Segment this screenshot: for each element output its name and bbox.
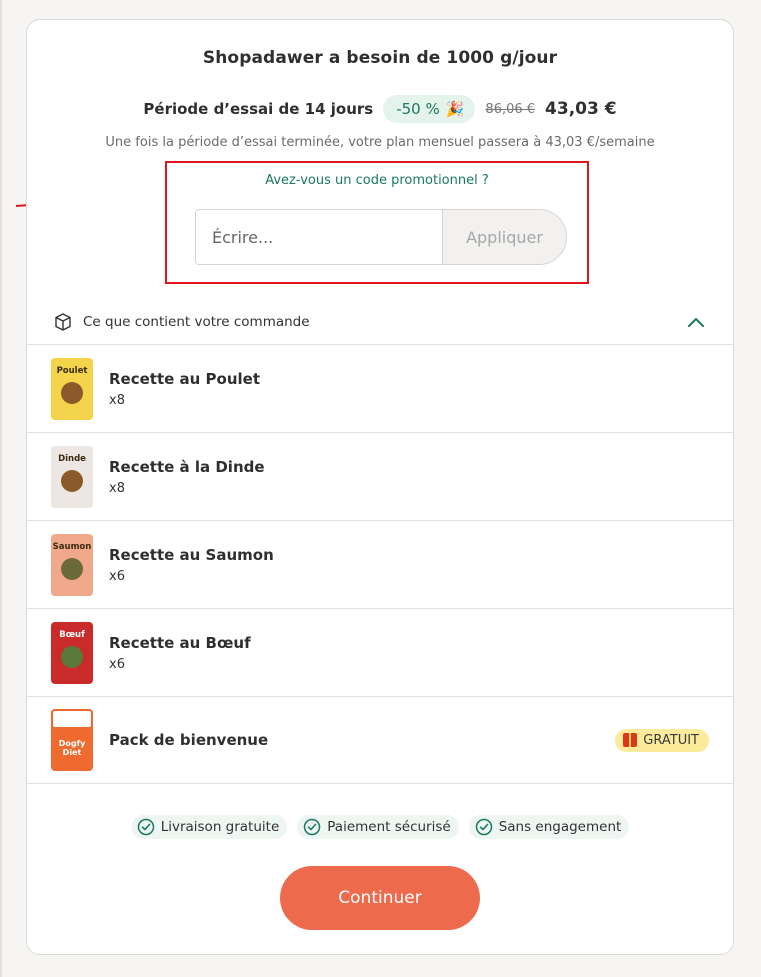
new-price: 43,03 €	[545, 99, 617, 119]
item-name: Recette au Bœuf	[109, 633, 251, 652]
order-items-list: Poulet Recette au Poulet x8 Dinde Recett…	[27, 344, 733, 784]
list-item: Poulet Recette au Poulet x8	[27, 344, 733, 432]
trust-label: Sans engagement	[498, 819, 622, 835]
promo-highlight-box: Avez-vous un code promotionnel ? Appliqu…	[165, 161, 589, 284]
pack-label: Dogfy Diet	[58, 739, 86, 757]
check-circle-icon	[304, 818, 321, 836]
welcome-pack-image: Dogfy Diet	[51, 709, 93, 771]
promo-code-form: Appliquer	[195, 209, 567, 265]
item-quantity: x6	[109, 568, 125, 584]
product-pack-image: Poulet	[51, 357, 93, 420]
page-title: Shopadawer a besoin de 1000 g/jour	[202, 48, 558, 68]
item-quantity: x6	[109, 656, 125, 672]
list-item: Dinde Recette à la Dinde x8	[27, 432, 733, 520]
gift-icon	[623, 733, 638, 747]
promo-code-link[interactable]: Avez-vous un code promotionnel ?	[167, 173, 587, 188]
item-name: Pack de bienvenue	[109, 731, 269, 749]
order-summary-card: Shopadawer a besoin de 1000 g/jour Pério…	[26, 19, 734, 955]
order-contents-header[interactable]: Ce que contient votre commande	[27, 299, 733, 345]
product-pack-image: Dinde	[51, 445, 93, 508]
item-quantity: x8	[109, 480, 125, 496]
free-badge: GRATUIT	[615, 728, 709, 752]
trust-label: Livraison gratuite	[160, 819, 280, 835]
trust-badge: Paiement sécurisé	[297, 815, 459, 839]
left-edge-divider	[0, 0, 2, 977]
promo-code-input[interactable]	[196, 210, 442, 264]
trust-badges: Livraison gratuite Paiement sécurisé San…	[27, 815, 733, 839]
list-item: Bœuf Recette au Bœuf x6	[27, 608, 733, 696]
trust-label: Paiement sécurisé	[327, 819, 451, 835]
pack-label: Saumon	[52, 541, 92, 552]
trial-subnote: Une fois la période d’essai terminée, vo…	[105, 135, 655, 150]
trial-label: Période d’essai de 14 jours	[143, 100, 374, 118]
check-circle-icon	[137, 818, 154, 836]
party-popper-icon: 🎉	[445, 100, 465, 118]
item-name: Recette à la Dinde	[109, 457, 265, 476]
list-item: Dogfy Diet Pack de bienvenue GRATUIT	[27, 696, 733, 784]
list-item: Saumon Recette au Saumon x6	[27, 520, 733, 608]
item-name: Recette au Poulet	[109, 369, 261, 388]
product-pack-image: Bœuf	[51, 621, 93, 684]
pack-label: Bœuf	[59, 629, 85, 640]
chevron-up-icon[interactable]	[687, 316, 705, 328]
order-contents-title: Ce que contient votre commande	[83, 314, 310, 330]
trust-badge: Sans engagement	[468, 815, 630, 839]
pack-label: Poulet	[56, 365, 88, 376]
discount-badge: -50 % 🎉	[383, 95, 476, 123]
free-badge-label: GRATUIT	[643, 732, 699, 748]
check-circle-icon	[475, 818, 492, 836]
item-quantity: x8	[109, 392, 125, 408]
box-icon	[55, 313, 71, 331]
item-name: Recette au Saumon	[109, 545, 274, 564]
old-price: 86,06 €	[485, 101, 536, 117]
continue-button[interactable]: Continuer	[280, 866, 480, 930]
product-pack-image: Saumon	[51, 533, 93, 596]
discount-value: -50 %	[396, 100, 440, 118]
pack-label: Dinde	[58, 453, 86, 464]
apply-button[interactable]: Appliquer	[442, 210, 566, 264]
trust-badge: Livraison gratuite	[130, 815, 288, 839]
trial-price-row: Période d’essai de 14 jours -50 % 🎉 86,0…	[27, 95, 733, 123]
